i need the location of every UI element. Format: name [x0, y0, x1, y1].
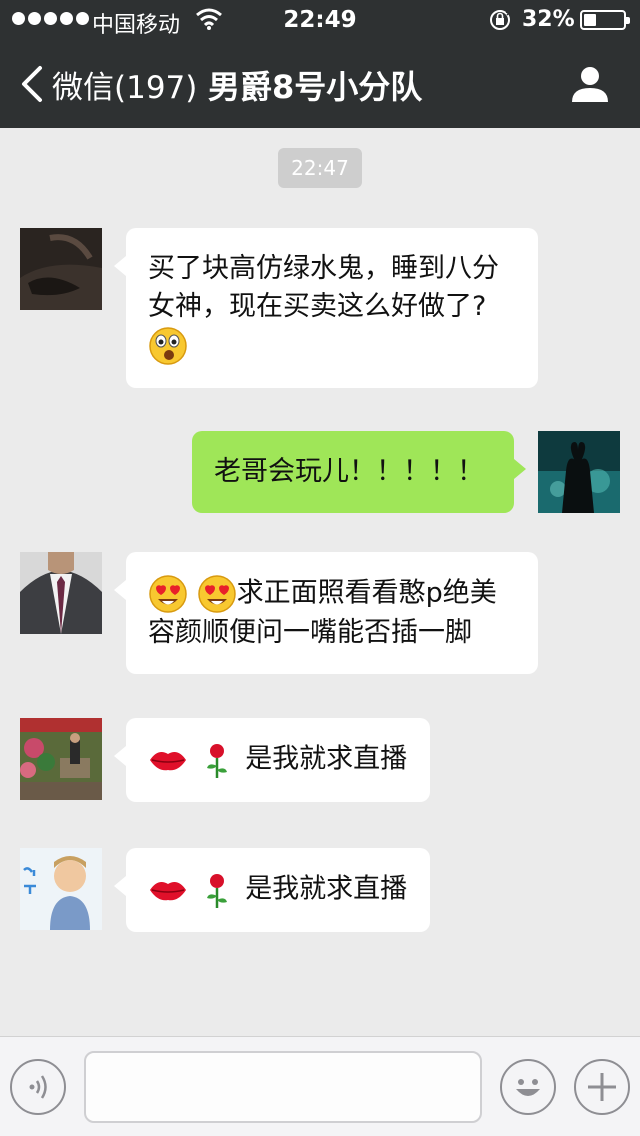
- own-message-bubble[interactable]: 老哥会玩儿！！！！！: [192, 431, 526, 513]
- status-bar: 中国移动 22:49 32%: [0, 0, 640, 40]
- chevron-left-icon: [22, 66, 42, 102]
- message-text: 是我就求直播: [245, 873, 408, 905]
- emoji-button[interactable]: [500, 1059, 556, 1115]
- lips-icon: [148, 740, 188, 780]
- chat-timestamp: 22:47: [278, 148, 362, 188]
- nav-bar: 微信(197) 男爵8号小分队: [0, 40, 640, 128]
- message-text: 老哥会玩儿！！！！！: [214, 456, 484, 487]
- avatar[interactable]: [20, 848, 102, 930]
- message-bubble[interactable]: 买了块高仿绿水鬼，睡到八分女神，现在买卖这么好做了?: [114, 228, 538, 388]
- avatar[interactable]: [20, 228, 102, 310]
- message-bubble[interactable]: 是我就求直播: [114, 848, 430, 932]
- plus-icon: [588, 1073, 616, 1101]
- avatar[interactable]: [20, 552, 102, 634]
- back-button[interactable]: 微信(197): [18, 62, 197, 106]
- more-actions-button[interactable]: [574, 1059, 630, 1115]
- message-input[interactable]: [84, 1051, 482, 1123]
- rose-icon: [197, 740, 237, 780]
- own-avatar[interactable]: [538, 431, 620, 513]
- top-bar: 中国移动 22:49 32% 微信(197) 男爵8号小分队: [0, 0, 640, 128]
- voice-input-button[interactable]: [10, 1059, 66, 1115]
- heart-eyes-face-icon: [197, 574, 237, 614]
- battery-percent: 32%: [522, 7, 575, 32]
- message-bubble[interactable]: 是我就求直播: [114, 718, 430, 802]
- message-bubble[interactable]: 求正面照看看憨p绝美容颜顺便问一嘴能否插一脚: [114, 552, 538, 674]
- voice-wave-icon: [29, 1075, 47, 1099]
- rose-icon: [197, 870, 237, 910]
- lips-icon: [148, 870, 188, 910]
- rotation-lock-icon: [490, 10, 511, 30]
- group-info-person-icon[interactable]: [570, 64, 610, 104]
- battery-level: [584, 14, 596, 26]
- input-bar: [0, 1036, 640, 1136]
- smiley-face-icon: [516, 1079, 540, 1096]
- astonished-face-icon: [148, 326, 188, 366]
- message-text: 是我就求直播: [245, 743, 408, 775]
- message-text: 买了块高仿绿水鬼，睡到八分女神，现在买卖这么好做了?: [148, 253, 499, 322]
- heart-eyes-face-icon: [148, 574, 188, 614]
- back-label: 微信(197): [52, 69, 198, 106]
- page-title: 男爵8号小分队: [208, 68, 423, 106]
- avatar[interactable]: [20, 718, 102, 800]
- battery-icon: [580, 10, 630, 30]
